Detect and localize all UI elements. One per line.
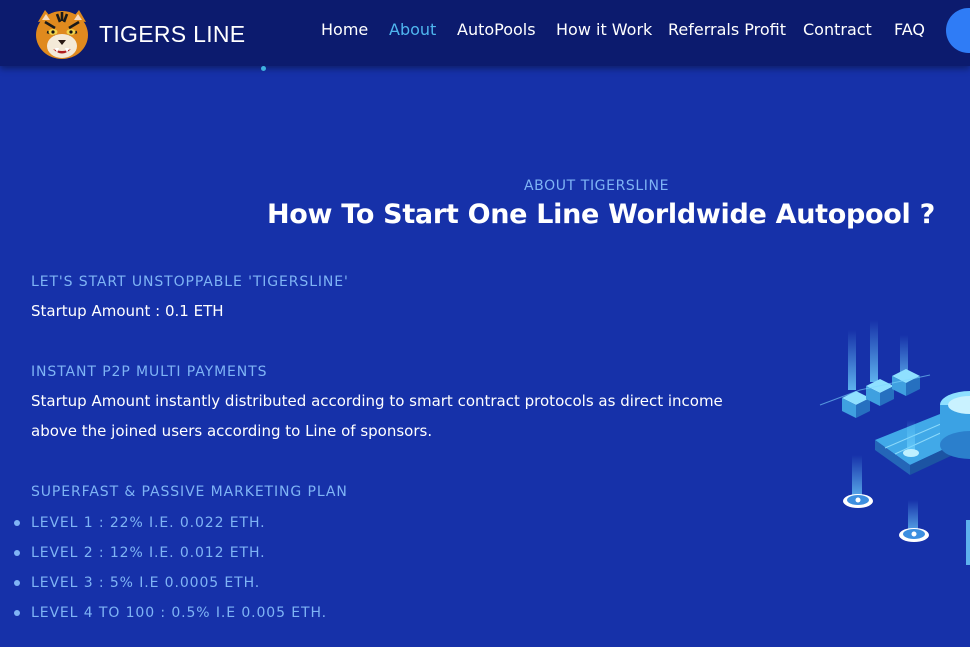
nav-how-it-work[interactable]: How it Work xyxy=(556,20,652,39)
nav-action-button[interactable] xyxy=(946,8,970,53)
list-item: LEVEL 1 : 22% I.E. 0.022 ETH. xyxy=(14,509,327,539)
main-nav: Home About AutoPools How it Work Referra… xyxy=(0,20,970,44)
nav-autopools[interactable]: AutoPools xyxy=(457,20,536,39)
nav-faq[interactable]: FAQ xyxy=(894,20,925,39)
level-list: LEVEL 1 : 22% I.E. 0.022 ETH. LEVEL 2 : … xyxy=(14,509,327,629)
scroll-indicator-dot xyxy=(261,66,266,71)
nav-home[interactable]: Home xyxy=(321,20,368,39)
nav-about[interactable]: About xyxy=(389,20,436,39)
page-title: How To Start One Line Worldwide Autopool… xyxy=(267,199,935,230)
payments-text-line-1: Startup Amount instantly distributed acc… xyxy=(31,392,723,410)
list-item: LEVEL 2 : 12% I.E. 0.012 ETH. xyxy=(14,539,327,569)
level-label: LEVEL 3 : 5% I.E 0.0005 ETH. xyxy=(31,575,261,591)
bullet-icon xyxy=(14,580,20,586)
level-label: LEVEL 2 : 12% I.E. 0.012 ETH. xyxy=(31,545,266,561)
bullet-icon xyxy=(14,520,20,526)
list-item: LEVEL 3 : 5% I.E 0.0005 ETH. xyxy=(14,569,327,599)
bullet-icon xyxy=(14,610,20,616)
section-heading-start: LET'S START UNSTOPPABLE 'TIGERSLINE' xyxy=(31,274,349,290)
level-label: LEVEL 1 : 22% I.E. 0.022 ETH. xyxy=(31,515,266,531)
nav-referrals-profit[interactable]: Referrals Profit xyxy=(668,20,786,39)
level-label: LEVEL 4 TO 100 : 0.5% I.E 0.005 ETH. xyxy=(31,605,327,621)
top-navbar: TIGERS LINE Home About AutoPools How it … xyxy=(0,0,970,66)
payments-text-line-2: above the joined users according to Line… xyxy=(31,422,433,440)
startup-amount-text: Startup Amount : 0.1 ETH xyxy=(31,302,224,320)
list-item: LEVEL 4 TO 100 : 0.5% I.E 0.005 ETH. xyxy=(14,599,327,629)
blockchain-illustration-icon xyxy=(819,320,970,565)
bullet-icon xyxy=(14,550,20,556)
section-eyebrow: ABOUT TIGERSLINE xyxy=(524,178,670,194)
section-heading-payments: INSTANT P2P MULTI PAYMENTS xyxy=(31,364,268,380)
section-heading-marketing: SUPERFAST & PASSIVE MARKETING PLAN xyxy=(31,484,348,500)
nav-contract[interactable]: Contract xyxy=(803,20,872,39)
